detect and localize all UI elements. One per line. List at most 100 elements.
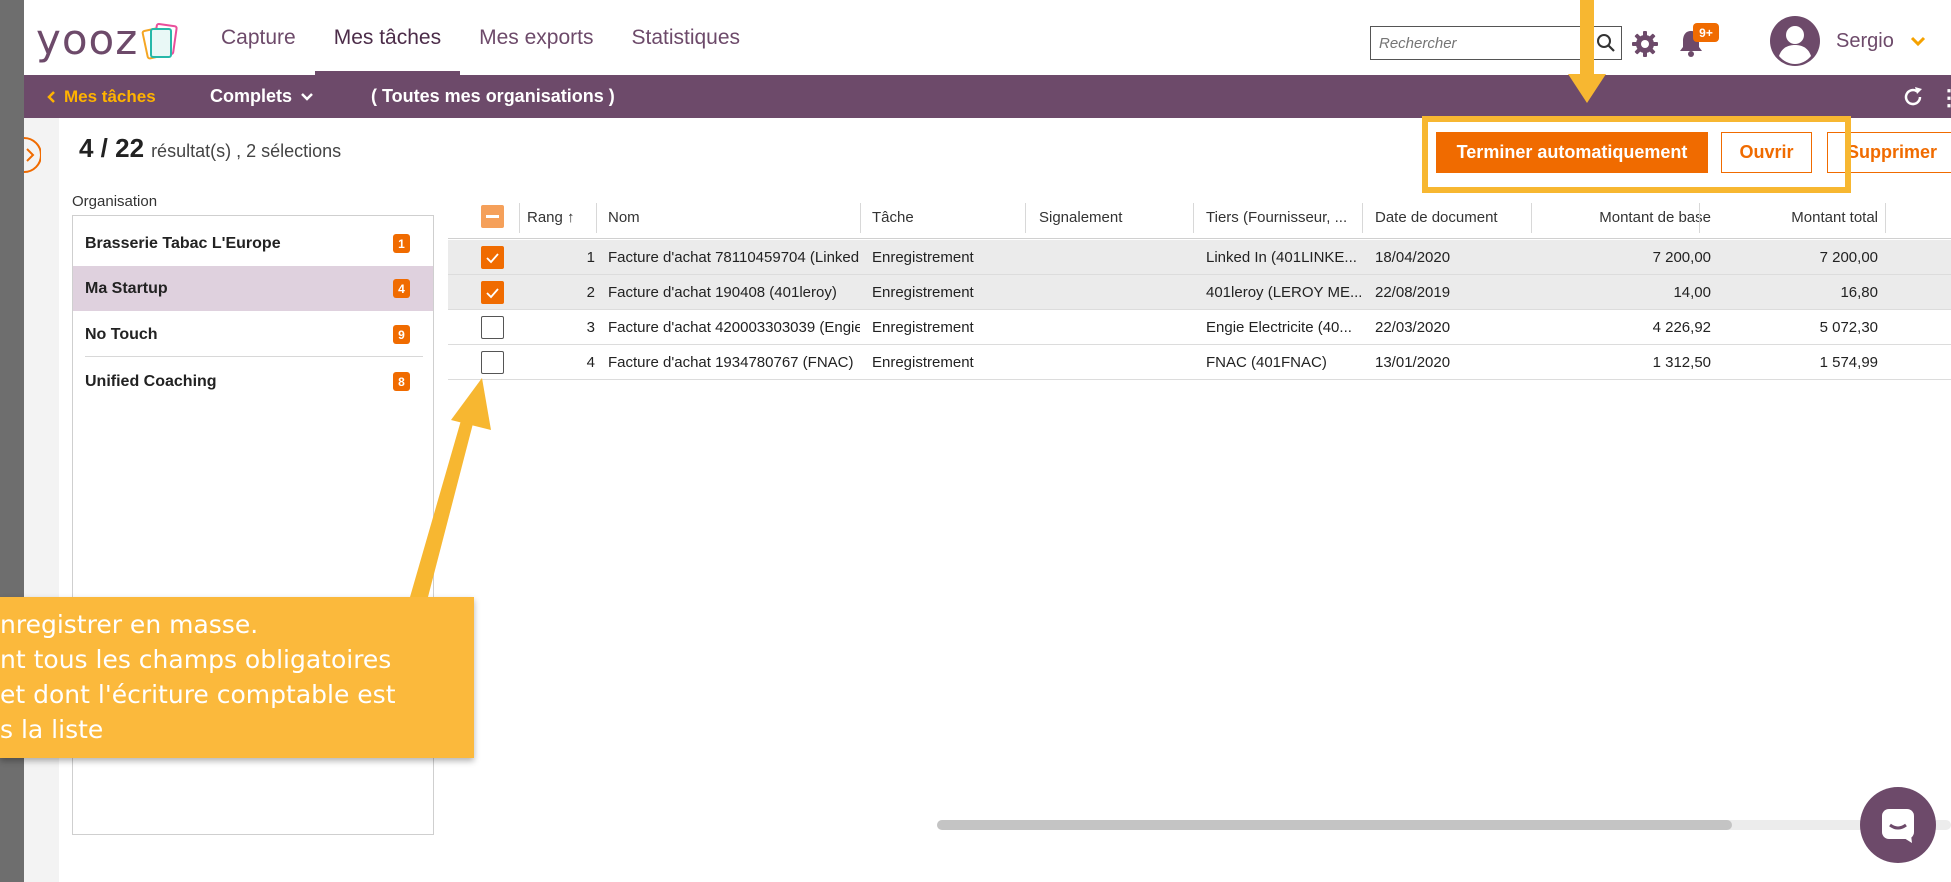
cell-total-amount: 16,80 <box>1840 284 1878 301</box>
cell-total-amount: 7 200,00 <box>1819 249 1878 266</box>
cell-total-amount: 1 574,99 <box>1819 354 1878 371</box>
chevron-down-icon <box>301 92 313 101</box>
cell-date: 18/04/2020 <box>1375 249 1451 266</box>
nav-capture[interactable]: Capture <box>202 0 315 75</box>
search-icon <box>1596 33 1615 52</box>
chat-launcher[interactable] <box>1860 787 1936 863</box>
cell-name: Facture d'achat 420003303039 (Engie Elec… <box>608 319 860 336</box>
cell-rank: 3 <box>586 319 595 336</box>
filter-label: Complets <box>210 86 293 106</box>
search-input[interactable] <box>1371 27 1589 59</box>
column-header-rang[interactable]: Rang ↑ <box>527 195 590 239</box>
expand-panel-button[interactable] <box>24 137 42 173</box>
cell-task: Enregistrement <box>872 354 974 371</box>
cell-name: Facture d'achat 190408 (401leroy) <box>608 284 837 301</box>
column-header-signalement[interactable]: Signalement <box>1039 195 1179 239</box>
cell-total-amount: 5 072,30 <box>1819 319 1878 336</box>
org-count-badge: 8 <box>393 372 410 391</box>
row-checkbox[interactable] <box>481 246 504 269</box>
results-summary: 4 / 22 résultat(s) , 2 sélections <box>79 133 341 164</box>
chevron-right-circle-icon <box>24 137 42 173</box>
refresh-button[interactable] <box>1901 85 1925 109</box>
logo-text: yooz <box>36 15 139 64</box>
column-header-tiers[interactable]: Tiers (Fournisseur, ... <box>1206 195 1361 239</box>
column-header-montant-base[interactable]: Montant de base <box>1538 195 1711 239</box>
cell-rank: 4 <box>586 354 595 371</box>
cell-date: 22/03/2020 <box>1375 319 1451 336</box>
cell-base-amount: 7 200,00 <box>1652 249 1711 266</box>
sub-bar: Mes tâches Complets ( Toutes mes organis… <box>24 75 1951 118</box>
org-name: Ma Startup <box>85 279 168 297</box>
chat-icon <box>1882 809 1914 843</box>
cell-third-party: FNAC (401FNAC) <box>1206 354 1327 371</box>
back-label: Mes tâches <box>64 86 156 106</box>
column-header-montant-total[interactable]: Montant total <box>1710 195 1878 239</box>
results-label: résultat(s) , 2 sélections <box>151 141 342 161</box>
org-item-no-touch[interactable]: No Touch 9 <box>73 312 433 357</box>
row-checkbox[interactable] <box>481 316 504 339</box>
left-gutter <box>24 118 59 882</box>
cell-task: Enregistrement <box>872 319 974 336</box>
org-item-ma-startup[interactable]: Ma Startup 4 <box>73 266 433 311</box>
cell-rank: 2 <box>586 284 595 301</box>
refresh-icon <box>1904 87 1922 106</box>
column-header-date[interactable]: Date de document <box>1375 195 1520 239</box>
column-header-tache[interactable]: Tâche <box>872 195 1012 239</box>
cell-base-amount: 1 312,50 <box>1652 354 1711 371</box>
annotation-text: nregistrer en masse. nt tous les champs … <box>0 610 396 744</box>
cell-task: Enregistrement <box>872 249 974 266</box>
user-name[interactable]: Sergio <box>1836 30 1894 53</box>
cell-rank: 1 <box>586 249 595 266</box>
chevron-down-icon[interactable] <box>1910 32 1926 52</box>
org-name: No Touch <box>85 325 158 343</box>
results-count: 4 / 22 <box>79 133 145 163</box>
table-row[interactable]: 4 Facture d'achat 1934780767 (FNAC) Enre… <box>448 345 1951 380</box>
notifications-badge: 9+ <box>1693 23 1719 42</box>
more-menu-icon[interactable]: ⋮ <box>1938 85 1951 111</box>
yooz-logo[interactable]: yooz <box>36 15 182 64</box>
user-icon <box>1770 16 1820 66</box>
organisation-title: Organisation <box>72 193 158 210</box>
row-checkbox[interactable] <box>481 281 504 304</box>
search-button[interactable] <box>1589 27 1621 58</box>
table-row[interactable]: 3 Facture d'achat 420003303039 (Engie El… <box>448 310 1951 345</box>
scrollbar-thumb[interactable] <box>937 820 1732 830</box>
cell-task: Enregistrement <box>872 284 974 301</box>
status-filter-dropdown[interactable]: Complets <box>210 75 314 118</box>
cell-third-party: 401leroy (LEROY ME... <box>1206 284 1361 301</box>
cell-third-party: Linked In (401LINKE... <box>1206 249 1357 266</box>
row-checkbox[interactable] <box>481 351 504 374</box>
cell-base-amount: 4 226,92 <box>1652 319 1711 336</box>
cell-name: Facture d'achat 78110459704 (Linked In) <box>608 249 860 266</box>
cell-name: Facture d'achat 1934780767 (FNAC) <box>608 354 854 371</box>
scope-label: ( Toutes mes organisations ) <box>371 86 615 106</box>
org-item-unified-coaching[interactable]: Unified Coaching 8 <box>73 359 433 404</box>
nav-statistiques[interactable]: Statistiques <box>612 0 759 75</box>
main-nav: Capture Mes tâches Mes exports Statistiq… <box>202 0 759 75</box>
nav-mes-taches[interactable]: Mes tâches <box>314 0 461 75</box>
cell-flag <box>1039 275 1189 310</box>
org-item-brasserie[interactable]: Brasserie Tabac L'Europe 1 <box>73 221 433 266</box>
table-row[interactable]: 2 Facture d'achat 190408 (401leroy) Enre… <box>448 275 1951 310</box>
search-box <box>1370 26 1622 60</box>
horizontal-scrollbar[interactable] <box>937 820 1951 830</box>
chevron-left-icon <box>47 90 55 103</box>
table-row[interactable]: 1 Facture d'achat 78110459704 (Linked In… <box>448 240 1951 275</box>
org-name: Unified Coaching <box>85 372 217 390</box>
user-avatar[interactable] <box>1770 16 1820 66</box>
cell-flag <box>1039 240 1189 275</box>
org-count-badge: 1 <box>393 234 410 253</box>
annotation-callout: nregistrer en masse. nt tous les champs … <box>0 597 474 758</box>
org-name: Brasserie Tabac L'Europe <box>85 234 281 252</box>
org-count-badge: 9 <box>393 325 410 344</box>
settings-button[interactable] <box>1631 30 1659 58</box>
column-header-nom[interactable]: Nom <box>608 195 858 239</box>
gear-icon <box>1632 31 1658 57</box>
nav-mes-exports[interactable]: Mes exports <box>460 0 612 75</box>
table-header: Rang ↑ Nom Tâche Signalement Tiers (Four… <box>448 195 1951 239</box>
back-link[interactable]: Mes tâches <box>46 75 156 118</box>
cell-third-party: Engie Electricite (40... <box>1206 319 1352 336</box>
select-all-checkbox[interactable] <box>481 205 504 228</box>
cell-date: 13/01/2020 <box>1375 354 1451 371</box>
logo-cards-icon <box>141 20 182 60</box>
